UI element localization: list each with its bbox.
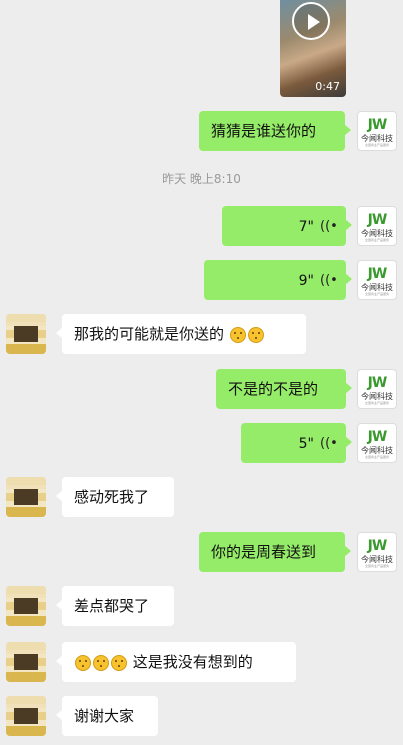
- jw-logo-icon: JW: [367, 538, 388, 554]
- voice-wave-icon: ((•: [320, 272, 338, 288]
- jw-logo-icon: JW: [367, 212, 388, 228]
- thinking-face-emoji: [229, 326, 246, 343]
- thinking-face-emoji: [93, 654, 109, 671]
- thinking-face-emoji: [247, 326, 264, 343]
- avatar-tagline: 全国商业产品服务: [364, 238, 389, 242]
- message-bubble-outgoing[interactable]: 你的是周春送到: [199, 532, 351, 572]
- message-text: 猜猜是谁送你的: [211, 122, 317, 140]
- contact-avatar[interactable]: [6, 642, 46, 682]
- my-avatar[interactable]: JW 今闻科技 全国商业产品服务: [357, 206, 397, 246]
- contact-avatar[interactable]: [6, 477, 46, 517]
- message-text: 那我的可能就是你送的: [74, 325, 225, 343]
- contact-avatar[interactable]: [6, 586, 46, 626]
- message-bubble-incoming[interactable]: 差点都哭了: [56, 586, 174, 626]
- avatar-tagline: 全国商业产品服务: [364, 143, 389, 147]
- voice-duration: 9": [298, 273, 314, 289]
- contact-avatar[interactable]: [6, 696, 46, 736]
- avatar-tagline: 全国商业产品服务: [364, 401, 389, 405]
- jw-logo-icon: JW: [367, 429, 388, 445]
- message-bubble-outgoing[interactable]: 不是的不是的: [216, 369, 352, 409]
- my-avatar[interactable]: JW 今闻科技 全国商业产品服务: [357, 260, 397, 300]
- my-avatar[interactable]: JW 今闻科技 全国商业产品服务: [357, 111, 397, 151]
- message-text: 差点都哭了: [74, 597, 150, 615]
- message-text: 不是的不是的: [228, 380, 319, 398]
- chat-timestamp: 昨天 晚上8:10: [162, 172, 241, 186]
- voice-message[interactable]: 7" ((•: [222, 206, 352, 246]
- voice-wave-icon: ((•: [320, 218, 338, 234]
- avatar-tagline: 全国商业产品服务: [364, 564, 389, 568]
- message-text: 这是我没有想到的: [132, 653, 253, 671]
- thinking-face-emoji: [75, 654, 91, 671]
- jw-logo-icon: JW: [367, 117, 388, 133]
- my-avatar[interactable]: JW 今闻科技 全国商业产品服务: [357, 423, 397, 463]
- jw-logo-icon: JW: [367, 266, 388, 282]
- jw-logo-icon: JW: [367, 375, 388, 391]
- message-text: 谢谢大家: [74, 707, 135, 725]
- voice-message[interactable]: 5" ((•: [241, 423, 352, 463]
- contact-avatar[interactable]: [6, 314, 46, 354]
- message-text: 你的是周春送到: [211, 543, 317, 561]
- message-bubble-outgoing[interactable]: 猜猜是谁送你的: [199, 111, 351, 151]
- message-bubble-incoming[interactable]: 谢谢大家: [56, 696, 158, 736]
- voice-message[interactable]: 9" ((•: [204, 260, 352, 300]
- message-bubble-incoming[interactable]: 感动死我了: [56, 477, 174, 517]
- message-text: 感动死我了: [74, 488, 150, 506]
- thinking-face-emoji: [111, 654, 127, 671]
- voice-wave-icon: ((•: [320, 435, 338, 451]
- avatar-tagline: 全国商业产品服务: [364, 292, 389, 296]
- play-icon[interactable]: [292, 2, 330, 40]
- video-duration: 0:47: [315, 80, 340, 93]
- video-message[interactable]: 0:47: [280, 0, 346, 97]
- voice-duration: 5": [298, 436, 314, 452]
- my-avatar[interactable]: JW 今闻科技 全国商业产品服务: [357, 532, 397, 572]
- message-bubble-incoming[interactable]: 那我的可能就是你送的: [56, 314, 306, 354]
- voice-duration: 7": [298, 219, 314, 235]
- my-avatar[interactable]: JW 今闻科技 全国商业产品服务: [357, 369, 397, 409]
- avatar-tagline: 全国商业产品服务: [364, 455, 389, 459]
- message-bubble-incoming[interactable]: 这是我没有想到的: [56, 642, 296, 682]
